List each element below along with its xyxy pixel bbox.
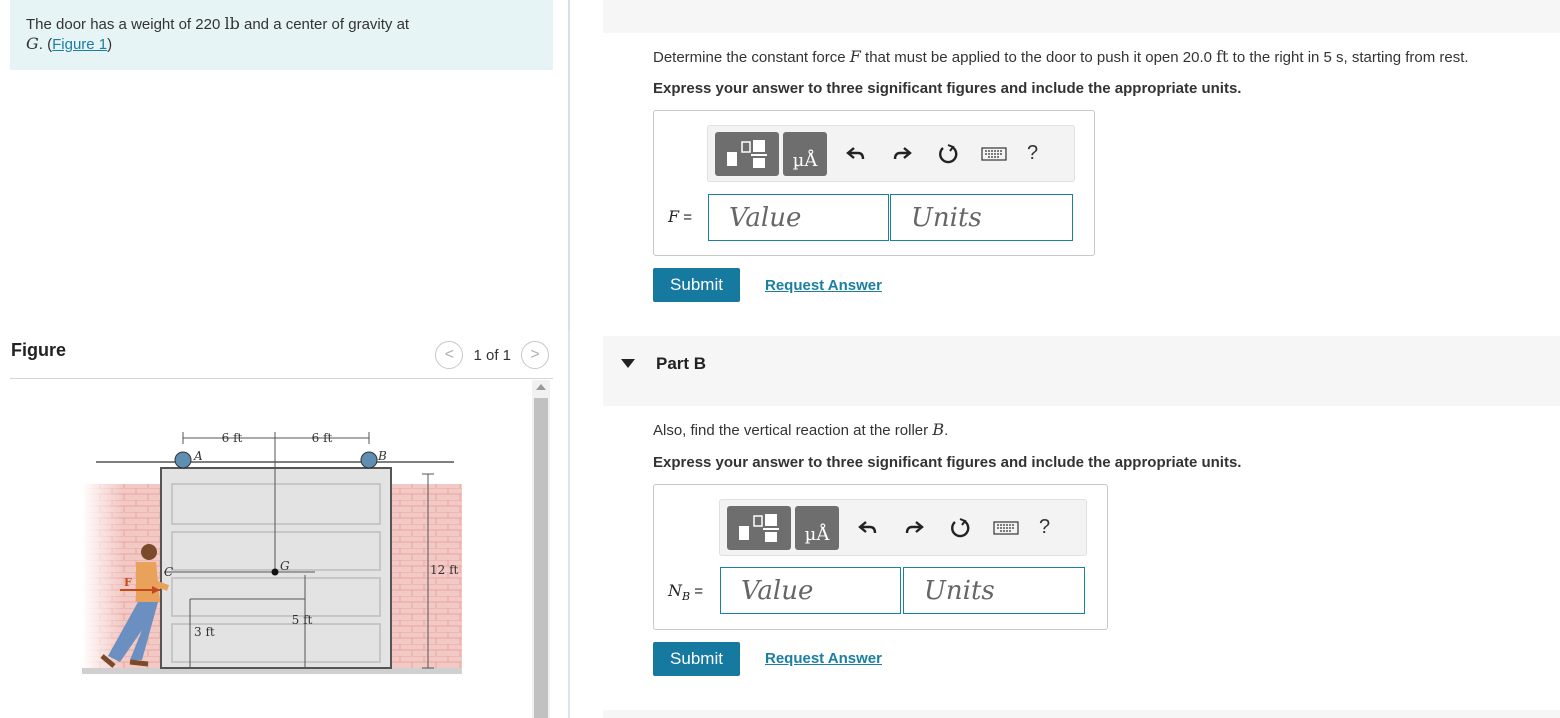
svg-text:F: F <box>124 576 132 589</box>
part-a-units-input[interactable]: Units <box>890 194 1073 241</box>
problem-statement: The door has a weight of 220 lb and a ce… <box>10 0 553 70</box>
svg-text:6 ft: 6 ft <box>222 431 243 445</box>
templates-icon <box>727 139 767 168</box>
center-of-gravity-icon <box>271 568 279 576</box>
part-a-value-input[interactable]: Value <box>708 194 889 241</box>
prev-figure-button[interactable]: < <box>435 341 464 369</box>
svg-text:12 ft: 12 ft <box>430 563 459 577</box>
svg-text:G: G <box>280 559 290 573</box>
roller-b-icon <box>360 451 378 469</box>
door-figure: 6 ft 6 ft A B C G 12 ft 5 ft 3 ft F <box>10 380 530 718</box>
svg-text:6 ft: 6 ft <box>312 431 333 445</box>
svg-text:3 ft: 3 ft <box>194 625 215 639</box>
part-a-answer-box: µÅ ? F = Value Units <box>653 110 1095 256</box>
part-a-question: Determine the constant force F that must… <box>653 47 1469 66</box>
part-b-value-input[interactable]: Value <box>720 567 901 614</box>
keyboard-icon[interactable] <box>989 511 1023 545</box>
templates-icon <box>739 513 779 542</box>
roller-a-icon <box>174 451 192 469</box>
figure-scrollbar[interactable] <box>532 380 550 718</box>
figure-header: Figure < 1 of 1 > <box>10 333 553 379</box>
right-panel: Determine the constant force F that must… <box>603 0 1560 718</box>
figure-pager: < 1 of 1 > <box>435 341 549 369</box>
left-panel: The door has a weight of 220 lb and a ce… <box>0 0 565 718</box>
help-icon[interactable]: ? <box>1027 142 1038 165</box>
help-icon[interactable]: ? <box>1039 516 1050 539</box>
figure-link[interactable]: Figure 1 <box>52 36 107 53</box>
part-b-toolbar: µÅ ? <box>719 499 1087 556</box>
part-a-label: F = <box>668 207 693 226</box>
scroll-up-icon[interactable] <box>536 384 546 390</box>
collapse-triangle-icon[interactable] <box>621 359 635 368</box>
brick-wall-right <box>390 484 462 672</box>
scroll-thumb[interactable] <box>534 398 548 718</box>
svg-text:5 ft: 5 ft <box>292 613 313 627</box>
next-figure-button[interactable]: > <box>521 341 549 369</box>
templates-button[interactable] <box>715 131 779 176</box>
undo-icon[interactable] <box>839 137 873 171</box>
part-b-label: NB = <box>668 581 704 604</box>
part-b-request-answer-link[interactable]: Request Answer <box>765 650 882 667</box>
part-b-submit-button[interactable]: Submit <box>653 642 740 676</box>
part-b-header[interactable]: Part B <box>603 336 1560 406</box>
next-part-bar <box>603 710 1560 718</box>
part-a-toolbar: µÅ ? <box>707 125 1075 182</box>
keyboard-icon[interactable] <box>977 137 1011 171</box>
part-b-title: Part B <box>656 354 707 373</box>
part-a-submit-button[interactable]: Submit <box>653 268 740 302</box>
figure-page-count: 1 of 1 <box>473 346 511 364</box>
part-b-question: Also, find the vertical reaction at the … <box>653 420 949 439</box>
part-b-answer-box: µÅ ? NB = Value Units <box>653 484 1108 630</box>
part-a-instruction: Express your answer to three significant… <box>653 80 1242 97</box>
svg-text:C: C <box>164 565 173 579</box>
reset-icon[interactable] <box>931 137 965 171</box>
reset-icon[interactable] <box>943 511 977 545</box>
undo-icon[interactable] <box>851 511 885 545</box>
svg-text:B: B <box>377 449 387 463</box>
redo-icon[interactable] <box>897 511 931 545</box>
part-b-instruction: Express your answer to three significant… <box>653 454 1242 471</box>
part-b-units-input[interactable]: Units <box>903 567 1085 614</box>
figure-title: Figure <box>11 340 67 360</box>
door-diagram: 6 ft 6 ft A B C G 12 ft 5 ft 3 ft F <box>82 431 462 674</box>
part-a-header-bar <box>603 0 1560 33</box>
redo-icon[interactable] <box>885 137 919 171</box>
units-button[interactable]: µÅ <box>783 131 827 176</box>
svg-text:A: A <box>193 449 203 463</box>
units-button[interactable]: µÅ <box>795 505 839 550</box>
part-a-request-answer-link[interactable]: Request Answer <box>765 277 882 294</box>
templates-button[interactable] <box>727 505 791 550</box>
